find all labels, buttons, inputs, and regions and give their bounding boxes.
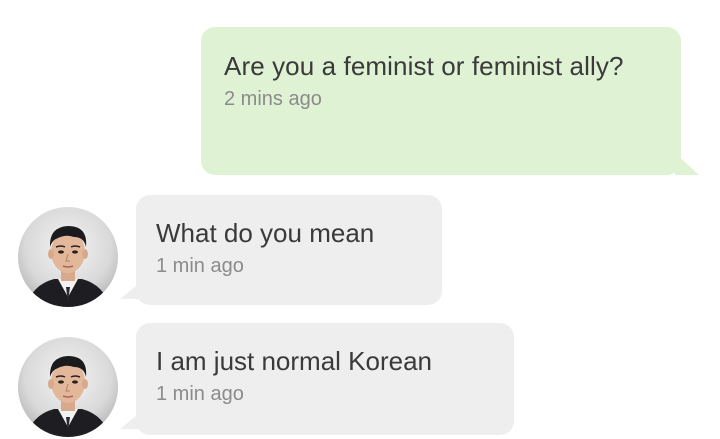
received-message-row: I am just normal Korean 1 min ago — [0, 323, 720, 437]
message-timestamp: 1 min ago — [156, 383, 244, 405]
sent-message-bubble[interactable]: Are you a feminist or feminist ally? 2 m… — [201, 27, 699, 175]
received-message-bubble[interactable]: What do you mean 1 min ago — [120, 195, 442, 305]
message-timestamp: 2 mins ago — [224, 88, 322, 110]
user-avatar-icon — [26, 226, 110, 307]
message-text: What do you mean — [156, 218, 375, 248]
user-avatar-icon — [26, 356, 110, 437]
chat-thread: Are you a feminist or feminist ally? 2 m… — [0, 0, 720, 439]
message-text: Are you a feminist or feminist ally? — [224, 51, 624, 81]
received-message-bubble[interactable]: I am just normal Korean 1 min ago — [120, 323, 514, 435]
message-text: I am just normal Korean — [156, 346, 433, 376]
avatar[interactable] — [18, 207, 118, 307]
message-timestamp: 1 min ago — [156, 255, 244, 277]
avatar[interactable] — [18, 337, 118, 437]
received-message-row: What do you mean 1 min ago — [0, 195, 720, 307]
